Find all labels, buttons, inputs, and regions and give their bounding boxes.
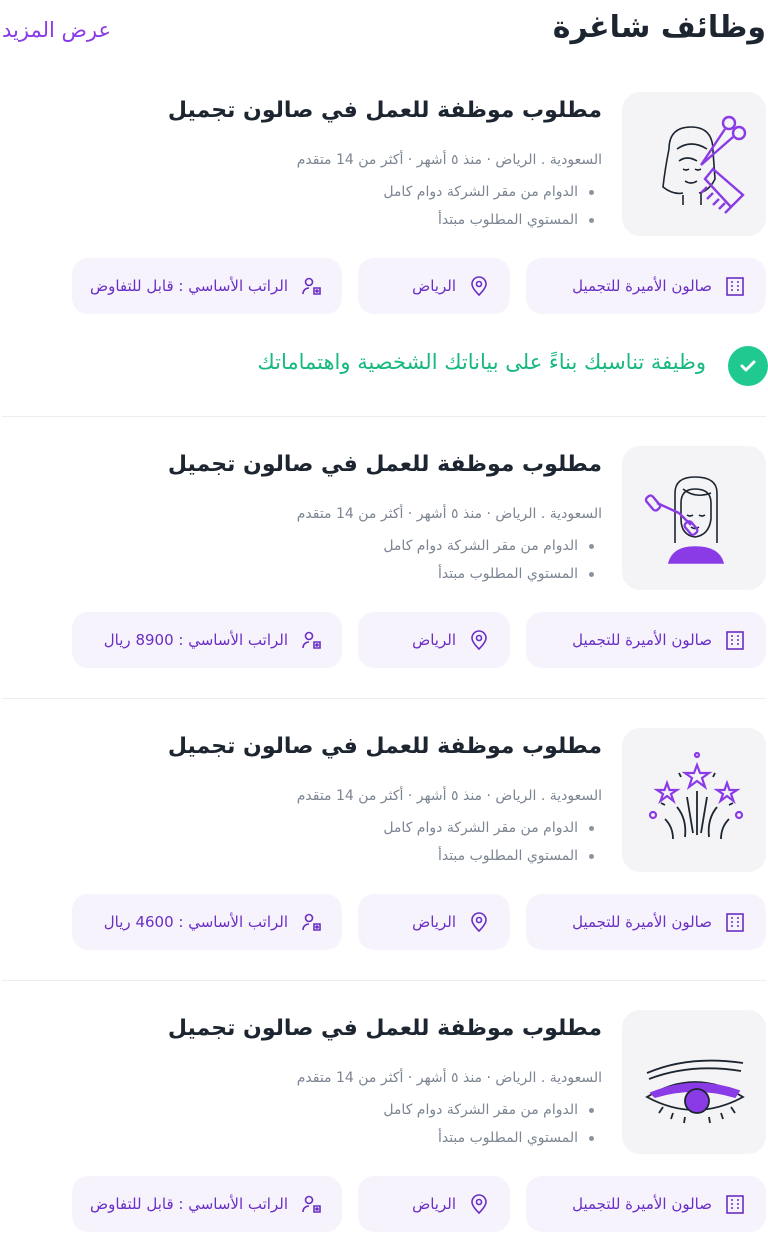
salary-chip[interactable]: الراتب الأساسي : 8900 ريال [72, 612, 342, 668]
job-details-list: الدوام من مقر الشركة دوام كامل المستوي ا… [383, 532, 594, 588]
building-icon [726, 277, 744, 296]
job-title[interactable]: مطلوب موظفة للعمل في صالون تجميل [168, 1016, 602, 1041]
company-chip[interactable]: صالون الأميرة للتجميل [526, 894, 766, 950]
company-name: صالون الأميرة للتجميل [572, 631, 712, 649]
required-level: المستوي المطلوب مبتدأ [383, 560, 594, 588]
required-level: المستوي المطلوب مبتدأ [383, 206, 594, 234]
work-type: الدوام من مقر الشركة دوام كامل [383, 814, 594, 842]
job-meta: السعودية . الرياض · منذ ٥ أشهر · أكثر من… [296, 152, 602, 168]
city-name: الرياض [412, 277, 456, 295]
city-name: الرياض [412, 631, 456, 649]
face-roller-icon [644, 476, 725, 564]
divider [2, 698, 766, 699]
job-thumbnail [622, 728, 766, 872]
building-icon [726, 631, 744, 650]
salary-chip[interactable]: الراتب الأساسي : قابل للتفاوض [72, 1176, 342, 1232]
company-name: صالون الأميرة للتجميل [572, 277, 712, 295]
location-chip[interactable]: الرياض [358, 894, 510, 950]
section-header: وظائف شاغرة عرض المزيد [0, 6, 768, 52]
company-chip[interactable]: صالون الأميرة للتجميل [526, 258, 766, 314]
job-thumbnail [622, 92, 766, 236]
job-thumbnail [622, 446, 766, 590]
job-title[interactable]: مطلوب موظفة للعمل في صالون تجميل [168, 734, 602, 759]
location-chip[interactable]: الرياض [358, 612, 510, 668]
job-thumbnail [622, 1010, 766, 1154]
divider [2, 416, 766, 417]
match-text: وظيفة تناسبك بناءً على بياناتك الشخصية و… [257, 350, 706, 374]
location-pin-icon [471, 912, 487, 933]
salary-chip[interactable]: الراتب الأساسي : 4600 ريال [72, 894, 342, 950]
job-details-list: الدوام من مقر الشركة دوام كامل المستوي ا… [383, 814, 594, 870]
company-chip[interactable]: صالون الأميرة للتجميل [526, 1176, 766, 1232]
salary: الراتب الأساسي : 8900 ريال [103, 631, 288, 649]
job-tags: صالون الأميرة للتجميل الرياض الراتب الأس… [0, 612, 768, 668]
work-type: الدوام من مقر الشركة دوام كامل [383, 1096, 594, 1124]
required-level: المستوي المطلوب مبتدأ [383, 842, 594, 870]
job-meta: السعودية . الرياض · منذ ٥ أشهر · أكثر من… [296, 506, 602, 522]
check-icon [728, 346, 768, 386]
user-money-icon [302, 1195, 321, 1213]
company-chip[interactable]: صالون الأميرة للتجميل [526, 612, 766, 668]
work-type: الدوام من مقر الشركة دوام كامل [383, 532, 594, 560]
city-name: الرياض [412, 913, 456, 931]
job-title[interactable]: مطلوب موظفة للعمل في صالون تجميل [168, 452, 602, 477]
building-icon [726, 913, 744, 932]
job-details-list: الدوام من مقر الشركة دوام كامل المستوي ا… [383, 178, 594, 234]
company-name: صالون الأميرة للتجميل [572, 1195, 712, 1213]
eye-makeup-icon [645, 1059, 745, 1124]
salary: الراتب الأساسي : قابل للتفاوض [89, 1195, 288, 1213]
page-title: وظائف شاغرة [552, 10, 766, 45]
user-money-icon [302, 631, 321, 649]
location-pin-icon [471, 1194, 487, 1215]
building-icon [726, 1195, 744, 1214]
user-money-icon [302, 913, 321, 931]
location-pin-icon [471, 276, 487, 297]
sparkle-stars-icon [648, 751, 744, 840]
location-chip[interactable]: الرياض [358, 1176, 510, 1232]
job-meta: السعودية . الرياض · منذ ٥ أشهر · أكثر من… [296, 1070, 602, 1086]
job-tags: صالون الأميرة للتجميل الرياض الراتب الأس… [0, 258, 768, 314]
hair-stylist-icon [662, 115, 747, 214]
user-money-icon [302, 277, 321, 295]
salary-chip[interactable]: الراتب الأساسي : قابل للتفاوض [72, 258, 342, 314]
salary: الراتب الأساسي : قابل للتفاوض [89, 277, 288, 295]
match-banner: وظيفة تناسبك بناءً على بياناتك الشخصية و… [0, 344, 768, 386]
salary: الراتب الأساسي : 4600 ريال [103, 913, 288, 931]
job-meta: السعودية . الرياض · منذ ٥ أشهر · أكثر من… [296, 788, 602, 804]
company-name: صالون الأميرة للتجميل [572, 913, 712, 931]
job-title[interactable]: مطلوب موظفة للعمل في صالون تجميل [168, 98, 602, 123]
see-more-link[interactable]: عرض المزيد [2, 18, 111, 42]
divider [2, 980, 766, 981]
job-tags: صالون الأميرة للتجميل الرياض الراتب الأس… [0, 1176, 768, 1232]
location-chip[interactable]: الرياض [358, 258, 510, 314]
job-details-list: الدوام من مقر الشركة دوام كامل المستوي ا… [383, 1096, 594, 1152]
job-tags: صالون الأميرة للتجميل الرياض الراتب الأس… [0, 894, 768, 950]
work-type: الدوام من مقر الشركة دوام كامل [383, 178, 594, 206]
city-name: الرياض [412, 1195, 456, 1213]
required-level: المستوي المطلوب مبتدأ [383, 1124, 594, 1152]
location-pin-icon [471, 630, 487, 651]
